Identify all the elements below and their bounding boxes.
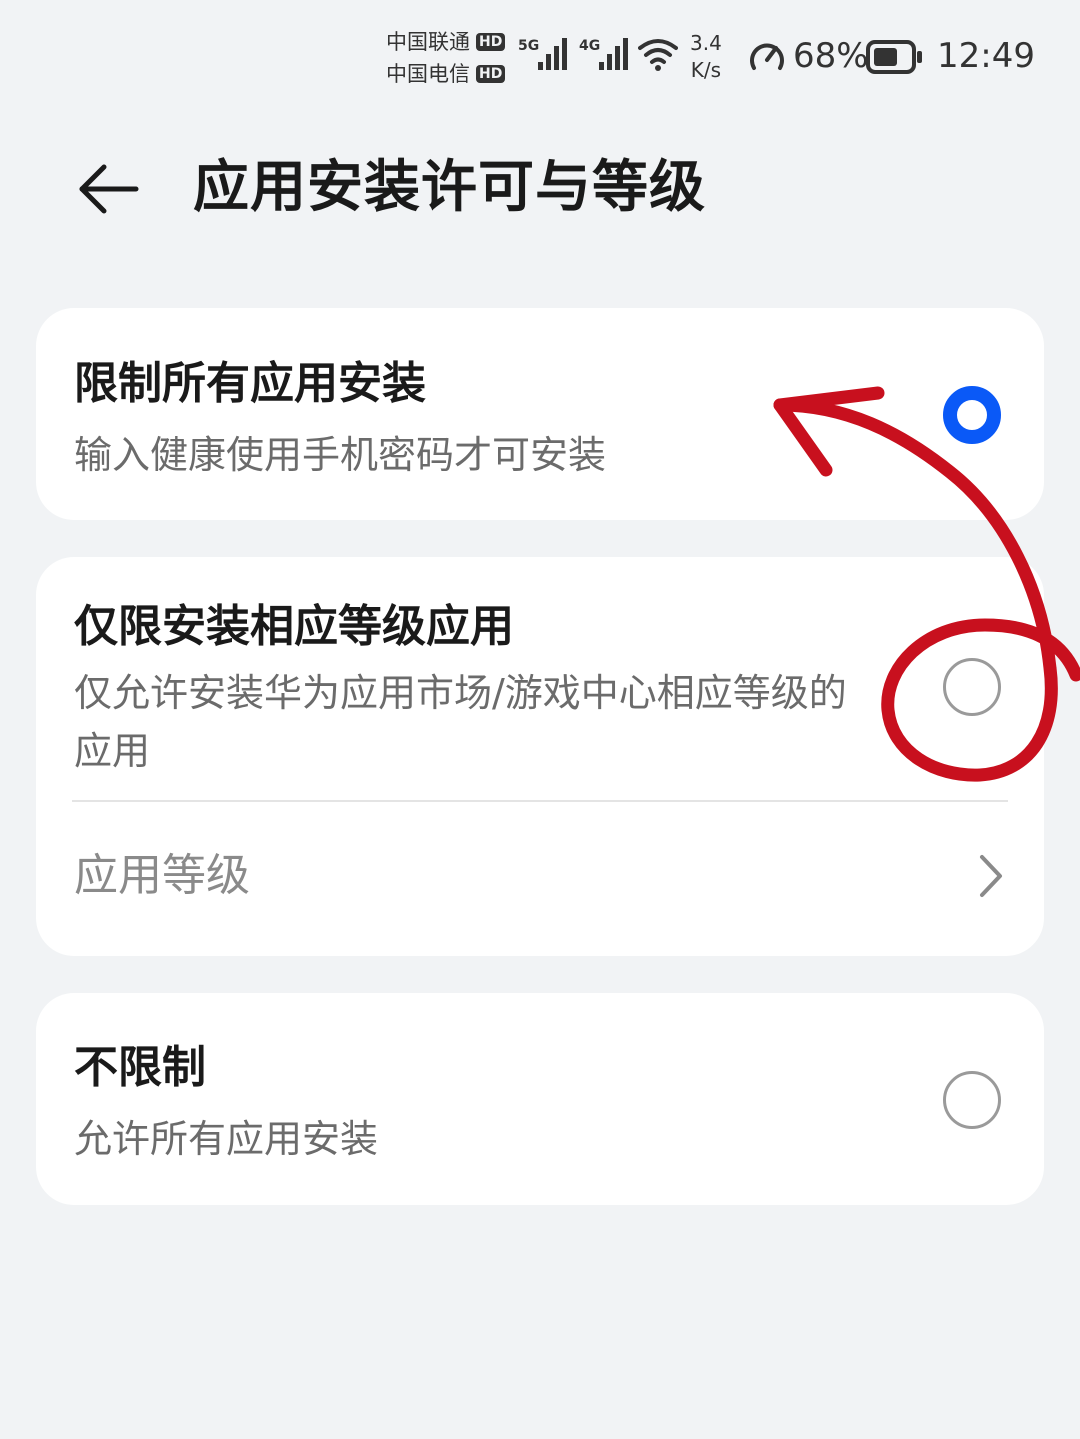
network-speed: 3.4 K/s xyxy=(690,30,722,84)
app-level-label: 应用等级 xyxy=(74,850,250,901)
speed-gauge-icon xyxy=(750,43,784,70)
option-title: 仅限安装相应等级应用 xyxy=(74,601,514,652)
carrier-info: 中国联通 HD 中国电信 HD xyxy=(386,26,506,90)
back-arrow-icon xyxy=(79,164,139,214)
signal-5g-icon xyxy=(538,38,567,70)
speed-unit: K/s xyxy=(690,58,722,82)
signal-4g-icon xyxy=(599,38,628,70)
option-card-restrict-all: 限制所有应用安装 输入健康使用手机密码才可安装 xyxy=(36,308,1044,520)
carrier-2-name: 中国电信 xyxy=(386,62,470,86)
hd-badge: HD xyxy=(476,33,506,51)
option-description: 允许所有应用安装 xyxy=(74,1117,379,1161)
radio-unrestricted[interactable] xyxy=(943,1071,1001,1129)
option-title: 限制所有应用安装 xyxy=(74,358,426,409)
back-button[interactable] xyxy=(66,150,150,228)
page-title: 应用安装许可与等级 xyxy=(193,155,706,220)
option-description: 输入健康使用手机密码才可安装 xyxy=(74,433,607,477)
carrier-line-2: 中国电信 HD xyxy=(386,58,506,90)
status-bar: 中国联通 HD 中国电信 HD 5G 4G 3.4 K/s 68% 12:49 xyxy=(0,0,1080,110)
option-description: 仅允许安装华为应用市场/游戏中心相应等级的应用 xyxy=(74,671,847,773)
option-card-level-only: 仅限安装相应等级应用 仅允许安装华为应用市场/游戏中心相应等级的应用 应用等级 xyxy=(36,557,1044,956)
chevron-right-icon xyxy=(980,855,1002,897)
option-title: 不限制 xyxy=(74,1042,206,1093)
option-restrict-all[interactable]: 限制所有应用安装 输入健康使用手机密码才可安装 xyxy=(36,308,1044,520)
battery-percent: 68% xyxy=(793,36,869,76)
radio-restrict-all[interactable] xyxy=(943,386,1001,444)
hd-badge: HD xyxy=(476,65,506,83)
divider xyxy=(72,800,1008,802)
speed-value: 3.4 xyxy=(690,31,722,55)
battery-icon xyxy=(866,40,922,74)
option-level-only[interactable]: 仅限安装相应等级应用 仅允许安装华为应用市场/游戏中心相应等级的应用 xyxy=(36,557,1044,797)
carrier-line-1: 中国联通 HD xyxy=(386,26,506,58)
option-unrestricted[interactable]: 不限制 允许所有应用安装 xyxy=(36,993,1044,1205)
radio-level-only[interactable] xyxy=(943,658,1001,716)
app-level-row[interactable]: 应用等级 xyxy=(36,807,1044,956)
carrier-1-name: 中国联通 xyxy=(386,30,470,54)
wifi-icon xyxy=(638,39,678,71)
option-card-unrestricted: 不限制 允许所有应用安装 xyxy=(36,993,1044,1205)
clock: 12:49 xyxy=(937,36,1035,76)
